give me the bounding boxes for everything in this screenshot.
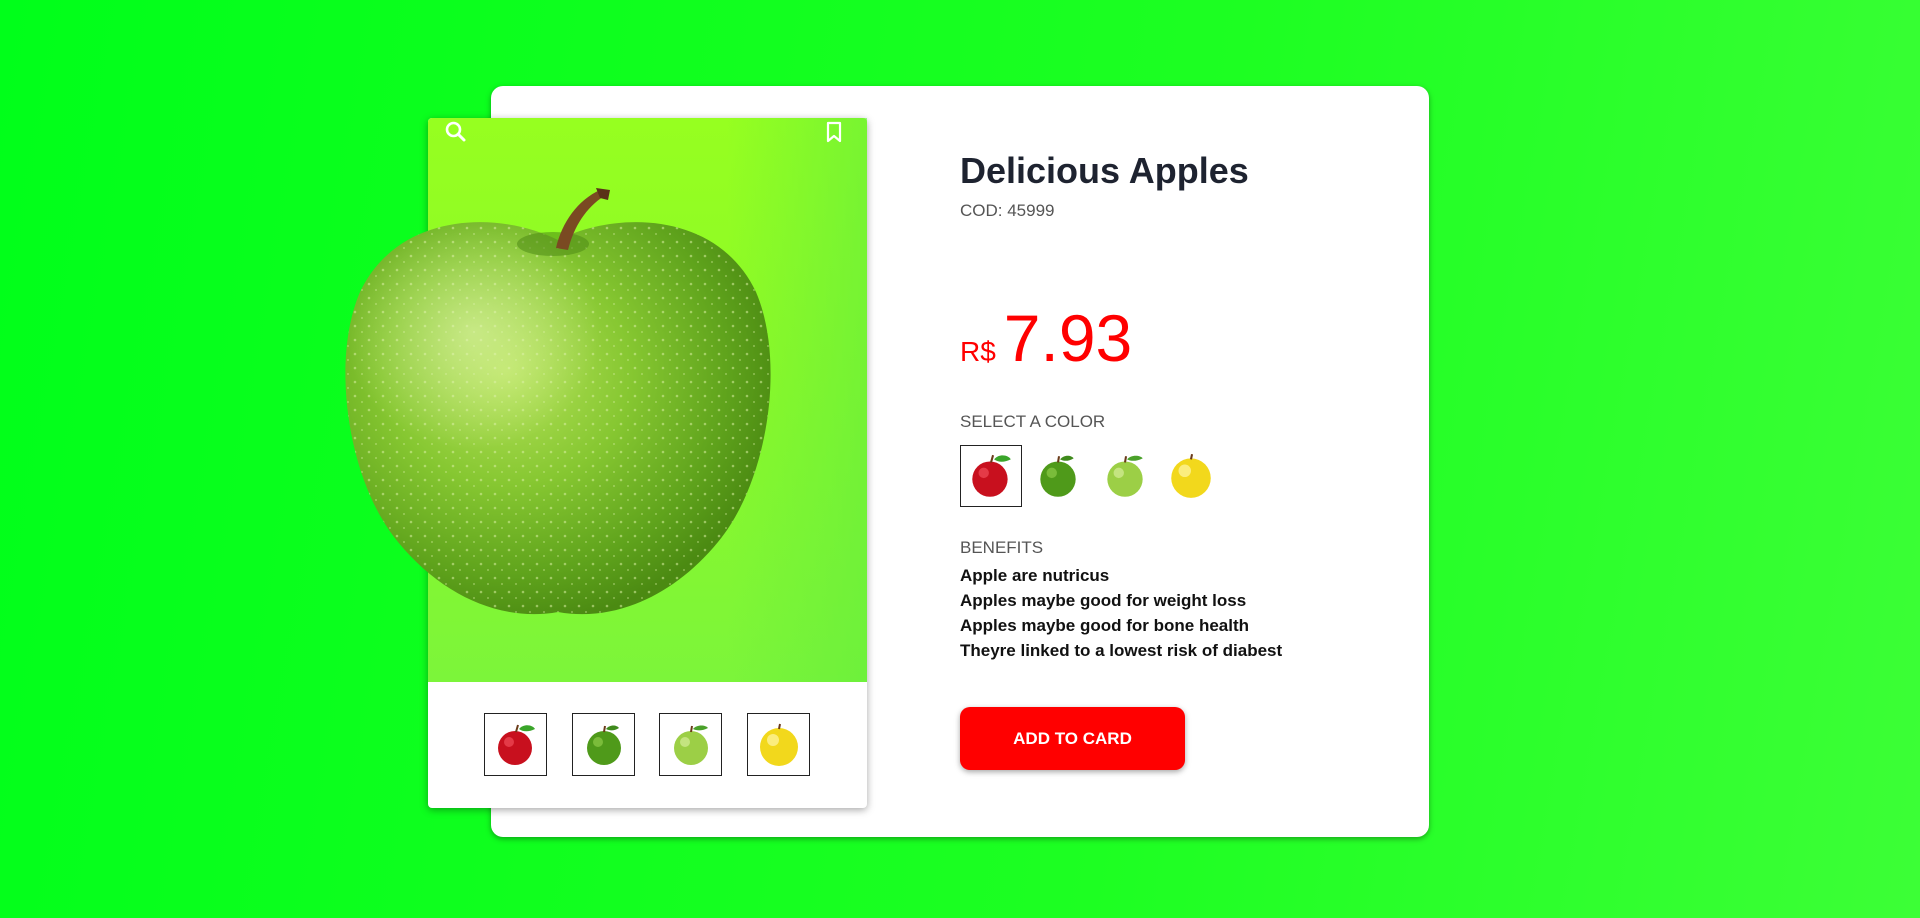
thumbnail-red-apple[interactable] <box>484 713 547 776</box>
price: R$ 7.93 <box>960 300 1132 376</box>
bookmark-icon[interactable] <box>822 120 846 149</box>
color-option-dark-green[interactable] <box>1027 445 1089 507</box>
price-value: 7.93 <box>1003 301 1133 375</box>
thumbnail-strip <box>484 713 814 777</box>
benefit-item: Apple are nutricus <box>960 566 1110 585</box>
color-select-label: SELECT A COLOR <box>960 412 1106 431</box>
color-option-yellow[interactable] <box>1160 445 1222 507</box>
benefit-item: Apples maybe good for bone health <box>960 616 1250 635</box>
benefits-list: Apple are nutricus Apples maybe good for… <box>960 563 1282 663</box>
search-icon[interactable] <box>444 120 468 149</box>
thumbnail-light-green-apple[interactable] <box>659 713 722 776</box>
benefits-label: BENEFITS <box>960 538 1044 557</box>
thumbnail-yellow-apple[interactable] <box>747 713 810 776</box>
benefit-item: Theyre linked to a lowest risk of diabes… <box>960 641 1283 660</box>
green-apple-image <box>345 188 771 615</box>
benefit-item: Apples maybe good for weight loss <box>960 591 1247 610</box>
color-option-light-green[interactable] <box>1094 445 1156 507</box>
thumbnail-dark-green-apple[interactable] <box>572 713 635 776</box>
product-title: Delicious Apples <box>960 150 1249 191</box>
product-code: COD: 45999 <box>960 201 1055 220</box>
add-to-cart-button[interactable]: ADD TO CARD <box>960 707 1185 770</box>
price-currency: R$ <box>960 336 996 367</box>
color-option-red[interactable] <box>960 445 1022 507</box>
